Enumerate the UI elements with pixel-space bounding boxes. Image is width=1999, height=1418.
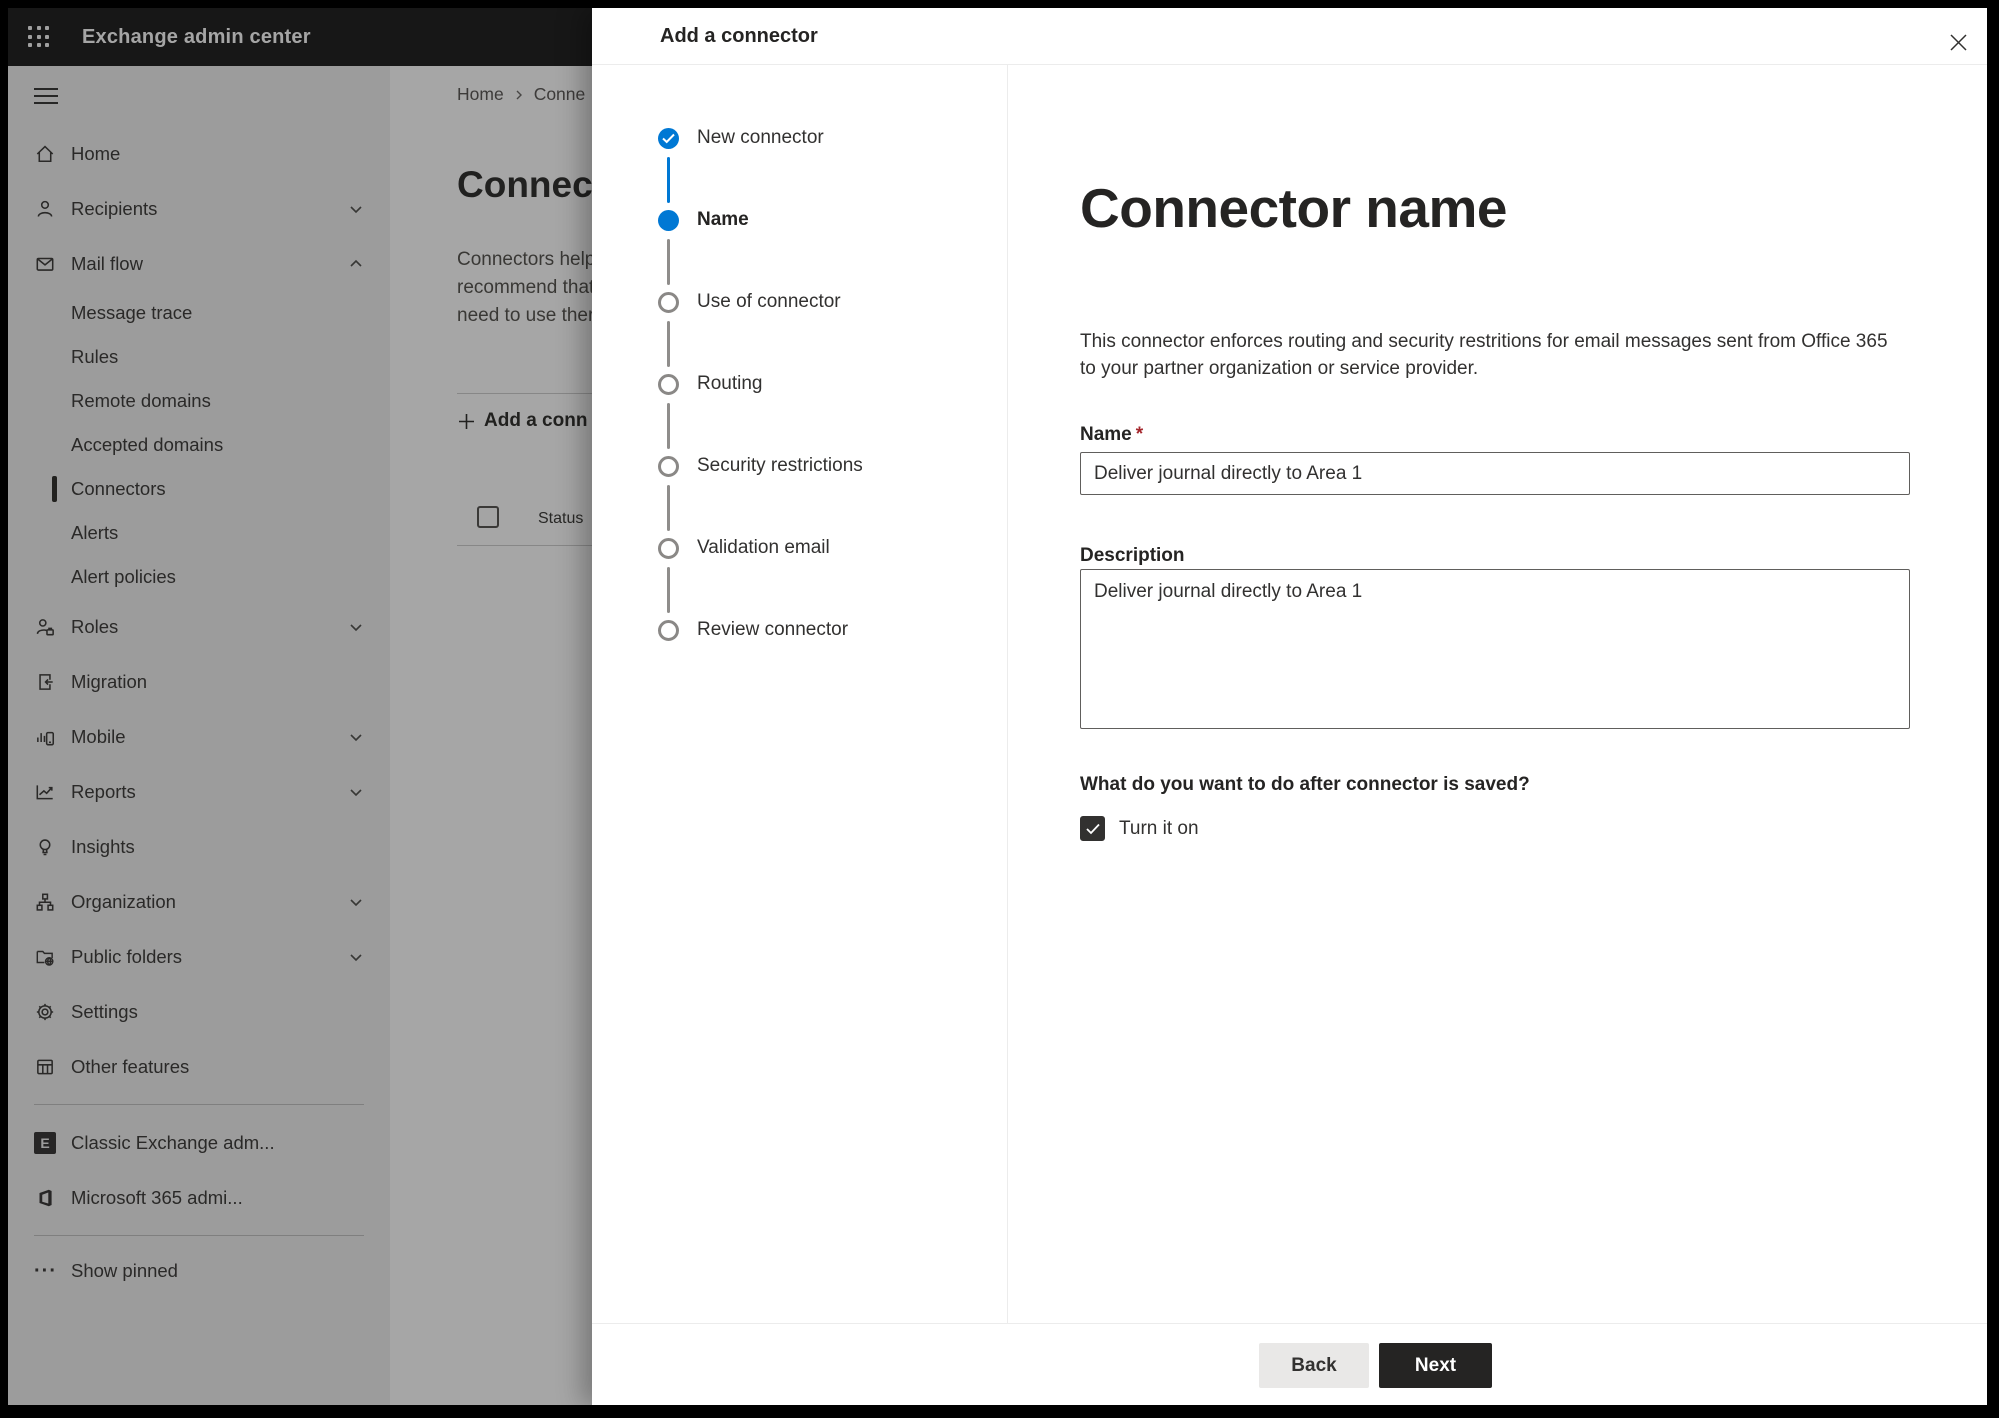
step-upcoming-dot <box>658 374 679 395</box>
back-button[interactable]: Back <box>1259 1343 1369 1388</box>
step-review-connector[interactable]: Review connector <box>592 618 992 644</box>
app-window: Exchange admin center Home Recipients Ma… <box>8 8 1987 1405</box>
turn-it-on-checkbox-row[interactable]: Turn it on <box>1080 816 1199 841</box>
check-icon <box>1085 823 1100 834</box>
step-use-of-connector[interactable]: Use of connector <box>592 290 992 316</box>
required-asterisk: * <box>1135 424 1144 445</box>
name-input[interactable] <box>1080 452 1910 495</box>
step-name[interactable]: Name <box>592 208 992 234</box>
dialog-footer-divider <box>592 1323 1987 1324</box>
step-upcoming-dot <box>658 620 679 641</box>
step-connector-line <box>667 321 670 367</box>
close-icon <box>1949 33 1967 51</box>
steps-panel-divider <box>1007 65 1008 1323</box>
step-upcoming-dot <box>658 292 679 313</box>
next-button[interactable]: Next <box>1379 1343 1492 1388</box>
step-validation-email[interactable]: Validation email <box>592 536 992 562</box>
step-connector-line <box>667 567 670 613</box>
check-icon <box>662 133 675 144</box>
name-field-label: Name * <box>1080 424 1144 445</box>
step-current-dot <box>658 210 679 231</box>
close-button[interactable] <box>1940 24 1976 60</box>
step-routing[interactable]: Routing <box>592 372 992 398</box>
description-textarea[interactable]: Deliver journal directly to Area 1 <box>1080 569 1910 729</box>
description-field-label: Description <box>1080 545 1185 566</box>
step-new-connector[interactable]: New connector <box>592 126 992 152</box>
step-connector-line <box>667 485 670 531</box>
dialog-title: Add a connector <box>660 25 818 47</box>
checkbox-label: Turn it on <box>1119 817 1199 839</box>
checkbox-checked[interactable] <box>1080 816 1105 841</box>
step-upcoming-dot <box>658 538 679 559</box>
step-upcoming-dot <box>658 456 679 477</box>
dialog-header-divider <box>592 64 1987 65</box>
connector-description-text: This connector enforces routing and secu… <box>1080 331 1888 379</box>
add-connector-dialog: Add a connector New connector Name Use o… <box>592 8 1987 1405</box>
step-connector-line <box>667 239 670 285</box>
step-completed-dot <box>658 128 679 149</box>
step-connector-line <box>667 157 670 203</box>
step-connector-line <box>667 403 670 449</box>
connector-name-heading: Connector name <box>1080 177 1507 239</box>
after-save-question: What do you want to do after connector i… <box>1080 774 1530 795</box>
step-security-restrictions[interactable]: Security restrictions <box>592 454 992 480</box>
